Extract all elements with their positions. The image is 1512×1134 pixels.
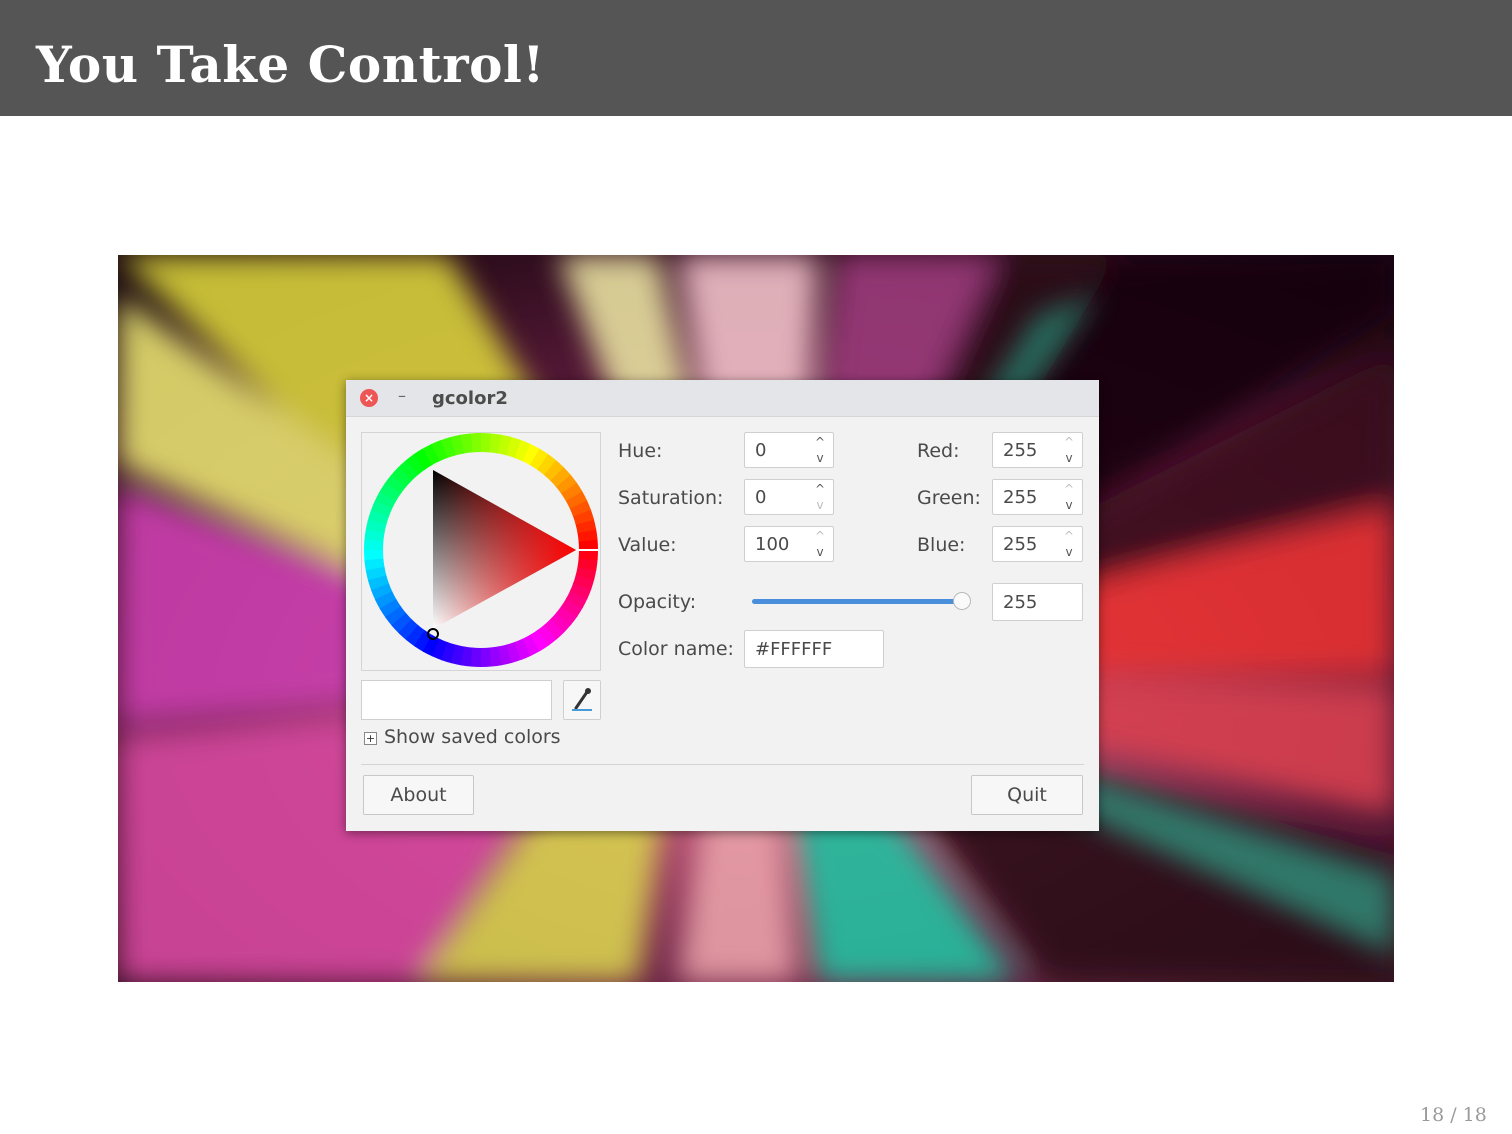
red-spinbox[interactable]: 255 ^ v — [992, 432, 1083, 468]
blue-decrement[interactable]: v — [1060, 544, 1078, 560]
value-increment[interactable]: ^ — [811, 528, 829, 544]
green-decrement[interactable]: v — [1060, 497, 1078, 513]
opacity-slider-handle[interactable] — [953, 592, 971, 610]
blue-increment[interactable]: ^ — [1060, 528, 1078, 544]
close-icon[interactable]: × — [360, 389, 378, 407]
value-label: Value: — [618, 534, 677, 556]
red-decrement[interactable]: v — [1060, 450, 1078, 466]
saturation-value-triangle[interactable] — [433, 470, 576, 629]
window-titlebar[interactable]: × – gcolor2 — [346, 380, 1099, 417]
quit-button[interactable]: Quit — [971, 775, 1083, 815]
saturation-increment[interactable]: ^ — [811, 481, 829, 497]
color-name-field[interactable]: #FFFFFF — [744, 630, 884, 668]
color-name-label: Color name: — [618, 638, 734, 660]
green-spinbox[interactable]: 255 ^ v — [992, 479, 1083, 515]
value-spinbox[interactable]: 100 ^ v — [744, 526, 834, 562]
opacity-slider[interactable] — [752, 591, 972, 611]
hue-ring-segment[interactable] — [364, 539, 384, 552]
desktop-screenshot: × – gcolor2 + Show saved colors Hue: Sat… — [118, 255, 1394, 982]
blue-label: Blue: — [917, 534, 966, 556]
window-title: gcolor2 — [432, 388, 508, 409]
slide-header: You Take Control! — [0, 0, 1512, 116]
value-value: 100 — [755, 534, 790, 555]
color-wheel-frame — [361, 432, 601, 671]
green-increment[interactable]: ^ — [1060, 481, 1078, 497]
button-separator — [361, 764, 1084, 765]
opacity-slider-fill — [752, 599, 962, 604]
opacity-label: Opacity: — [618, 591, 697, 613]
eyedropper-icon — [572, 688, 592, 711]
hue-increment[interactable]: ^ — [811, 434, 829, 450]
eyedropper-button[interactable] — [563, 680, 601, 720]
saturation-spinbox[interactable]: 0 ^ v — [744, 479, 834, 515]
minimize-icon[interactable]: – — [394, 386, 410, 406]
blue-spinbox[interactable]: 255 ^ v — [992, 526, 1083, 562]
hue-decrement[interactable]: v — [811, 450, 829, 466]
about-button[interactable]: About — [363, 775, 474, 815]
hue-ring-segment[interactable] — [470, 647, 483, 667]
saturation-value: 0 — [755, 487, 767, 508]
red-value: 255 — [1003, 440, 1038, 461]
saturation-decrement[interactable]: v — [811, 497, 829, 513]
saturation-label: Saturation: — [618, 487, 724, 509]
show-saved-colors-label: Show saved colors — [384, 726, 561, 748]
hue-label: Hue: — [618, 440, 663, 462]
current-color-swatch — [361, 680, 552, 720]
hue-spinbox[interactable]: 0 ^ v — [744, 432, 834, 468]
hue-value: 0 — [755, 440, 767, 461]
slide-title: You Take Control! — [36, 35, 545, 94]
page-number: 18 / 18 — [1420, 1104, 1487, 1126]
color-name-value: #FFFFFF — [755, 639, 833, 660]
value-decrement[interactable]: v — [811, 544, 829, 560]
opacity-field[interactable]: 255 — [992, 583, 1083, 621]
green-label: Green: — [917, 487, 981, 509]
green-value: 255 — [1003, 487, 1038, 508]
blue-value: 255 — [1003, 534, 1038, 555]
expander-plus-icon[interactable]: + — [364, 732, 377, 745]
red-label: Red: — [917, 440, 960, 462]
color-wheel[interactable] — [362, 433, 600, 670]
red-increment[interactable]: ^ — [1060, 434, 1078, 450]
gcolor2-window: × – gcolor2 + Show saved colors Hue: Sat… — [346, 380, 1099, 831]
hue-ring-segment[interactable] — [479, 433, 492, 453]
opacity-value: 255 — [1003, 592, 1038, 613]
